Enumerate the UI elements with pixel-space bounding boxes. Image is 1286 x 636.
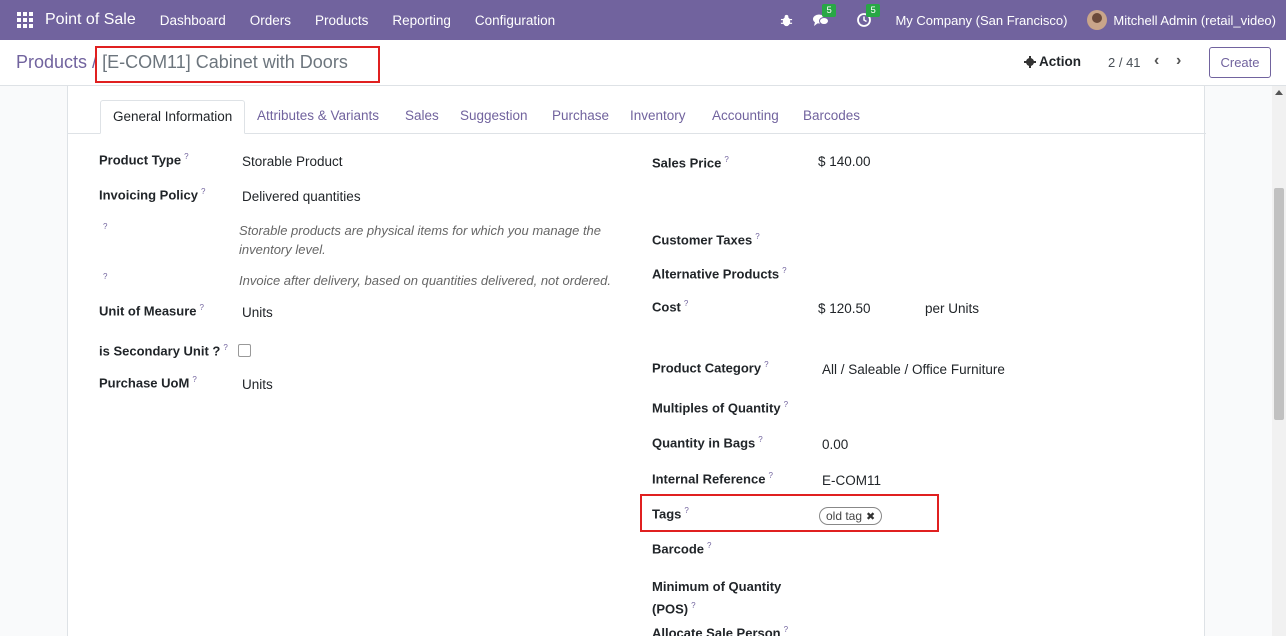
user-name: Mitchell Admin (retail_video) [1113,12,1276,28]
help-text-invoice: Invoice after delivery, based on quantit… [239,273,611,288]
multiples-quantity-label: Multiples of Quantity? [652,400,789,416]
pager-next-icon[interactable]: › [1176,52,1181,70]
quantity-bags-label: Quantity in Bags? [652,435,763,451]
alternative-products-label: Alternative Products? [652,266,787,282]
product-type-value[interactable]: Storable Product [242,154,343,169]
product-category-label: Product Category? [652,360,769,376]
app-title[interactable]: Point of Sale [45,11,136,29]
tab-attributes-variants[interactable]: Attributes & Variants [257,100,379,134]
tab-sales[interactable]: Sales [405,100,439,134]
messages-icon[interactable]: 5 [813,4,836,27]
menu-products[interactable]: Products [303,13,380,28]
invoicing-policy-label: Invoicing Policy? [99,187,206,203]
control-panel: Products / [E-COM11] Cabinet with Doors … [0,40,1286,86]
tab-inventory[interactable]: Inventory [630,100,686,134]
pager-previous-icon[interactable]: ‹ [1154,52,1159,70]
user-menu[interactable]: Mitchell Admin (retail_video) [1087,10,1276,30]
scroll-up-arrow-icon[interactable] [1275,90,1283,95]
cost-unit: per Units [925,301,980,316]
breadcrumb-products[interactable]: Products [16,52,87,73]
menu-reporting[interactable]: Reporting [380,13,463,28]
tab-barcodes[interactable]: Barcodes [803,100,860,134]
uom-value[interactable]: Units [242,305,273,320]
gear-icon [1024,55,1036,68]
bug-icon[interactable] [780,14,793,27]
activities-badge: 5 [866,4,880,17]
tab-purchase[interactable]: Purchase [552,100,609,134]
messages-badge: 5 [822,4,836,17]
menu-configuration[interactable]: Configuration [463,13,567,28]
action-label: Action [1039,54,1081,69]
cost-value[interactable]: $ 120.50 [818,301,871,316]
tab-suggestion[interactable]: Suggestion [460,100,528,134]
help-text-storable: Storable products are physical items for… [239,223,602,257]
sales-price-label: Sales Price? [652,155,729,171]
create-button[interactable]: Create [1209,47,1271,78]
apps-menu-icon[interactable] [17,12,33,28]
purchase-uom-value[interactable]: Units [242,377,273,392]
cost-label: Cost? [652,299,689,315]
help-mark: ? [103,272,108,281]
secondary-unit-checkbox[interactable] [238,344,251,357]
internal-reference-value[interactable]: E-COM11 [822,473,881,488]
invoicing-policy-value[interactable]: Delivered quantities [242,189,361,204]
tab-general-information[interactable]: General Information [100,100,246,134]
top-navbar: Point of Sale Dashboard Orders Products … [0,0,1286,40]
minimum-quantity-label: Minimum of Quantity (POS)? [652,579,782,617]
barcode-label: Barcode? [652,541,712,557]
product-category-value[interactable]: All / Saleable / Office Furniture [822,362,1005,377]
uom-label: Unit of Measure? [99,303,204,319]
scrollbar-thumb[interactable] [1274,188,1284,420]
secondary-unit-label: is Secondary Unit ?? [99,343,228,359]
purchase-uom-label: Purchase UoM? [99,375,197,391]
activities-clock-icon[interactable]: 5 [857,4,880,27]
quantity-bags-value[interactable]: 0.00 [822,437,848,452]
allocate-sale-person-label: Allocate Sale Person? [652,625,789,636]
internal-reference-label: Internal Reference? [652,471,773,487]
menu-orders[interactable]: Orders [238,13,303,28]
avatar [1087,10,1108,30]
help-mark: ? [103,222,108,231]
form-sheet: General Information Attributes & Variant… [67,86,1206,636]
tab-accounting[interactable]: Accounting [712,100,779,134]
sales-price-value[interactable]: $ 140.00 [818,154,871,169]
menu-dashboard[interactable]: Dashboard [148,13,238,28]
notebook-tabs: General Information Attributes & Variant… [68,100,1206,134]
company-switcher[interactable]: My Company (San Francisco) [895,13,1067,28]
customer-taxes-label: Customer Taxes? [652,232,760,248]
highlight-box-tags [640,494,939,532]
product-type-label: Product Type? [99,152,189,168]
highlight-box-title [95,46,380,83]
action-button[interactable]: Action [1024,54,1081,69]
pager-value[interactable]: 2 / 41 [1108,55,1141,70]
